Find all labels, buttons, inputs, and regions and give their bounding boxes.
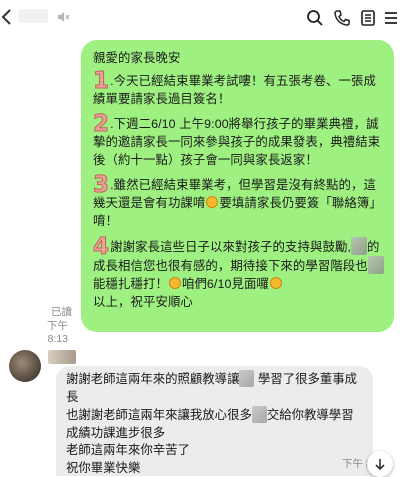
chat-header: [0, 0, 401, 34]
outgoing-message-bubble[interactable]: 親愛的家長晚安 1.今天已經結束畢業考試嘍！有五張考卷、一張成績單要請家長過目簽…: [81, 40, 394, 332]
blurred-name-patch: [351, 237, 367, 255]
incoming-line: 謝謝老師這兩年來的照顧教導讓 學習了很多董事成長: [66, 370, 365, 406]
number-3-icon: 3: [93, 176, 109, 194]
menu-icon[interactable]: [382, 9, 400, 27]
incoming-line: 祝你畢業快樂: [66, 460, 365, 477]
chat-title-blurred: [18, 9, 48, 23]
paragraph-4-text-c: 能穩扎穩打！: [93, 277, 168, 291]
sender-name-blurred: [48, 350, 76, 364]
paragraph-1-text: .今天已經結束畢業考試嘍！有五張考卷、一張成績單要請家長過目簽名！: [93, 74, 376, 106]
smile-emoji-icon: [169, 277, 181, 289]
blurred-name-patch: [252, 406, 267, 423]
number-1-icon: 1: [93, 72, 109, 90]
paragraph-2: 2.下週二6/10 上午9:00將舉行孩子的畢業典禮，誠摯的邀請家長一同來參與孩…: [93, 115, 384, 169]
incoming-line-text: 也謝謝老師這兩年來讓我放心很多: [66, 408, 252, 422]
incoming-line: 老師這兩年來你辛苦了: [66, 442, 365, 460]
read-receipt: 已讀: [32, 306, 72, 319]
notes-icon[interactable]: [359, 9, 377, 27]
outgoing-timestamp: 下午 8:13: [28, 320, 68, 346]
paragraph-1: 1.今天已經結束畢業考試嘍！有五張考卷、一張成績單要請家長過目簽名！: [93, 72, 384, 108]
scroll-to-bottom-button[interactable]: [367, 451, 393, 477]
number-2-icon: 2: [93, 115, 109, 133]
paragraph-4: 4謝謝家長這些日子以來對孩子的支持與鼓勵,的成長相信您也很有感的，期待接下來的學…: [93, 237, 384, 293]
incoming-line: 也謝謝老師這兩年來讓我放心很多交給你教導學習成績功課進步很多: [66, 406, 365, 442]
incoming-line-text: 謝謝老師這兩年來的照顧教導讓: [66, 372, 239, 386]
chevron-left-icon[interactable]: [0, 8, 14, 26]
incoming-message-bubble[interactable]: 謝謝老師這兩年來的照顧教導讓 學習了很多董事成長 也謝謝老師這兩年來讓我放心很多…: [56, 366, 373, 476]
grin-emoji-icon: [206, 196, 218, 208]
smile-emoji-icon: [270, 277, 282, 289]
blurred-name-patch: [239, 370, 254, 387]
closing-text: 以上，祝平安順心: [93, 293, 384, 311]
phone-icon[interactable]: [333, 9, 351, 27]
paragraph-4-text-a: 謝謝家長這些日子以來對孩子的支持與鼓勵,: [110, 240, 351, 254]
blurred-name-patch: [368, 256, 384, 274]
paragraph-2-text: .下週二6/10 上午9:00將舉行孩子的畢業典禮，誠摯的邀請家長一同來參與孩子…: [93, 117, 380, 167]
search-icon[interactable]: [306, 9, 324, 27]
number-4-icon: 4: [93, 238, 109, 256]
mute-icon: [56, 10, 70, 24]
paragraph-4-text-d: 咱們6/10見面囉: [182, 277, 269, 291]
greeting-text: 親愛的家長晚安: [93, 49, 384, 67]
arrow-down-icon: [373, 457, 387, 471]
avatar[interactable]: [9, 350, 41, 382]
paragraph-3: 3.雖然已經結束畢業考，但學習是沒有終點的，這幾天還是會有功課唷要填請家長仍要簽…: [93, 176, 384, 230]
